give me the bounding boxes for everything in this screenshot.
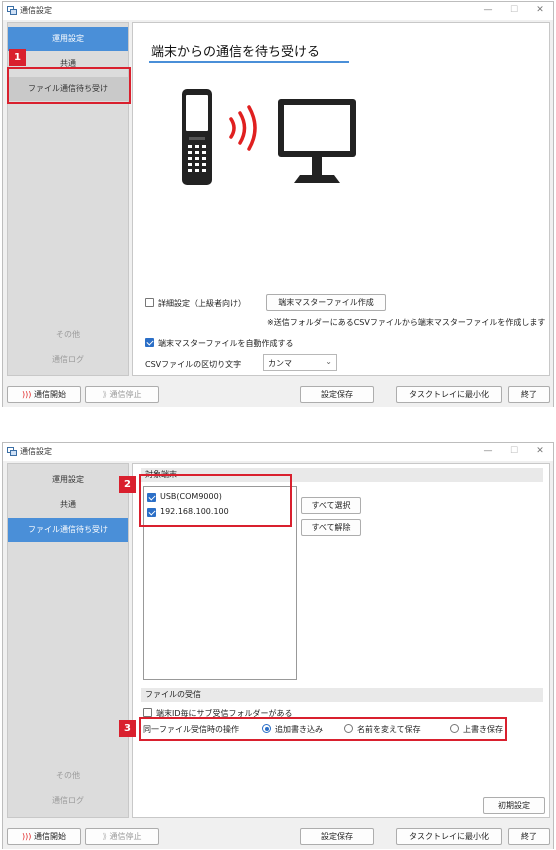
option-rename-label: 名前を変えて保存 [357,725,421,734]
target-checkbox-ip[interactable] [147,508,156,517]
target-checkbox-usb[interactable] [147,493,156,502]
sidebar-item-file-listen[interactable]: ファイル通信待ち受け [8,77,128,101]
signal-icon: ))) [22,832,32,841]
reset-defaults-button[interactable]: 初期設定 [483,797,545,814]
start-label: 通信開始 [33,390,66,399]
close-button[interactable]: ✕ [527,444,553,459]
auto-create-checkbox[interactable] [145,338,154,347]
stop-communication-button[interactable]: ⟫ 通信停止 [85,828,159,845]
step-badge-3: 3 [119,720,136,737]
settings-window-2: 通信設定 — ☐ ✕ 運用設定 共通 ファイル通信待ち受け その他 通信ログ 対… [2,442,554,849]
minimize-button[interactable]: — [475,444,501,459]
option-append-label: 追加書き込み [275,725,323,734]
monitor-icon [278,99,356,183]
csv-delimiter-select[interactable]: カンマ ⌄ [263,354,337,371]
sidebar-item-other[interactable]: その他 [8,764,128,788]
app-icon [7,6,17,15]
signal-icon: ⟫ [102,832,107,841]
advanced-settings-label: 詳細設定（上級者向け） [158,299,246,308]
minimize-to-tray-button[interactable]: タスクトレイに最小化 [396,386,502,403]
subfolder-label: 端末ID毎にサブ受信フォルダーがある [156,709,293,718]
sidebar: 運用設定 共通 ファイル通信待ち受け その他 通信ログ [7,22,129,376]
window-body: 運用設定 共通 ファイル通信待ち受け その他 通信ログ 対象端末 USB(COM… [3,461,553,849]
window-title: 通信設定 [20,447,52,456]
signal-waves-icon [229,105,257,151]
app-icon [7,447,17,456]
signal-icon: ⟫ [102,390,107,399]
step-badge-1: 1 [9,49,26,66]
subfolder-checkbox[interactable] [143,708,152,717]
master-file-note: ※送信フォルダーにあるCSVファイルから端末マスターファイルを作成します [267,318,546,327]
window-body: 運用設定 共通 ファイル通信待ち受け その他 通信ログ 1 端末からの通信を待ち… [3,20,553,407]
file-receive-header: ファイルの受信 [141,688,543,702]
main-panel: 対象端末 USB(COM9000) 192.168.100.100 すべて選択 … [132,463,550,818]
stop-label: 通信停止 [109,390,142,399]
option-append-radio[interactable] [262,724,271,733]
save-settings-button[interactable]: 設定保存 [300,828,374,845]
option-overwrite-radio[interactable] [450,724,459,733]
deselect-all-button[interactable]: すべて解除 [301,519,361,536]
signal-icon: ))) [22,390,32,399]
target-terminals-header: 対象端末 [141,468,543,482]
handheld-terminal-icon [182,89,212,185]
title-bar: 通信設定 — ☐ ✕ [3,2,553,20]
advanced-settings-checkbox[interactable] [145,298,154,307]
minimize-to-tray-button[interactable]: タスクトレイに最小化 [396,828,502,845]
stop-label: 通信停止 [109,832,142,841]
exit-button[interactable]: 終了 [508,828,550,845]
page-title: 端末からの通信を待ち受ける [151,45,321,60]
sidebar-item-file-listen[interactable]: ファイル通信待ち受け [8,518,128,542]
chevron-down-icon: ⌄ [325,357,332,366]
settings-window-1: 通信設定 — ☐ ✕ 運用設定 共通 ファイル通信待ち受け その他 通信ログ 1… [2,1,554,407]
same-file-label: 同一ファイル受信時の操作 [143,725,239,734]
target-terminals-list[interactable]: USB(COM9000) 192.168.100.100 [143,486,297,680]
option-rename-radio[interactable] [344,724,353,733]
sidebar-item-log[interactable]: 通信ログ [8,348,128,372]
sidebar-item-other[interactable]: その他 [8,323,128,347]
target-label-usb: USB(COM9000) [160,492,222,501]
auto-create-label: 端末マスターファイルを自動作成する [158,339,294,348]
target-label-ip: 192.168.100.100 [160,507,229,516]
option-overwrite-label: 上書き保存 [463,725,503,734]
maximize-button[interactable]: ☐ [501,3,527,18]
sidebar-item-log[interactable]: 通信ログ [8,789,128,813]
exit-button[interactable]: 終了 [508,386,550,403]
close-button[interactable]: ✕ [527,3,553,18]
title-bar: 通信設定 — ☐ ✕ [3,443,553,461]
main-panel: 端末からの通信を待ち受ける 詳細設定（上級者向け） 端末マスターファイル作成 ※… [132,22,550,376]
csv-delimiter-label: CSVファイルの区切り文字 [145,360,242,369]
start-label: 通信開始 [33,832,66,841]
title-underline [149,61,349,63]
sidebar: 運用設定 共通 ファイル通信待ち受け その他 通信ログ [7,463,129,818]
select-all-button[interactable]: すべて選択 [301,497,361,514]
create-master-file-button[interactable]: 端末マスターファイル作成 [266,294,386,311]
sidebar-item-common[interactable]: 共通 [8,493,128,517]
csv-delimiter-value: カンマ [268,359,292,368]
start-communication-button[interactable]: ))) 通信開始 [7,828,81,845]
minimize-button[interactable]: — [475,3,501,18]
sidebar-item-operation[interactable]: 運用設定 [8,468,128,492]
sidebar-item-common[interactable]: 共通 [8,52,128,76]
step-badge-2: 2 [119,476,136,493]
window-title: 通信設定 [20,6,52,15]
stop-communication-button[interactable]: ⟫ 通信停止 [85,386,159,403]
start-communication-button[interactable]: ))) 通信開始 [7,386,81,403]
save-settings-button[interactable]: 設定保存 [300,386,374,403]
sidebar-item-operation[interactable]: 運用設定 [8,27,128,51]
maximize-button[interactable]: ☐ [501,444,527,459]
